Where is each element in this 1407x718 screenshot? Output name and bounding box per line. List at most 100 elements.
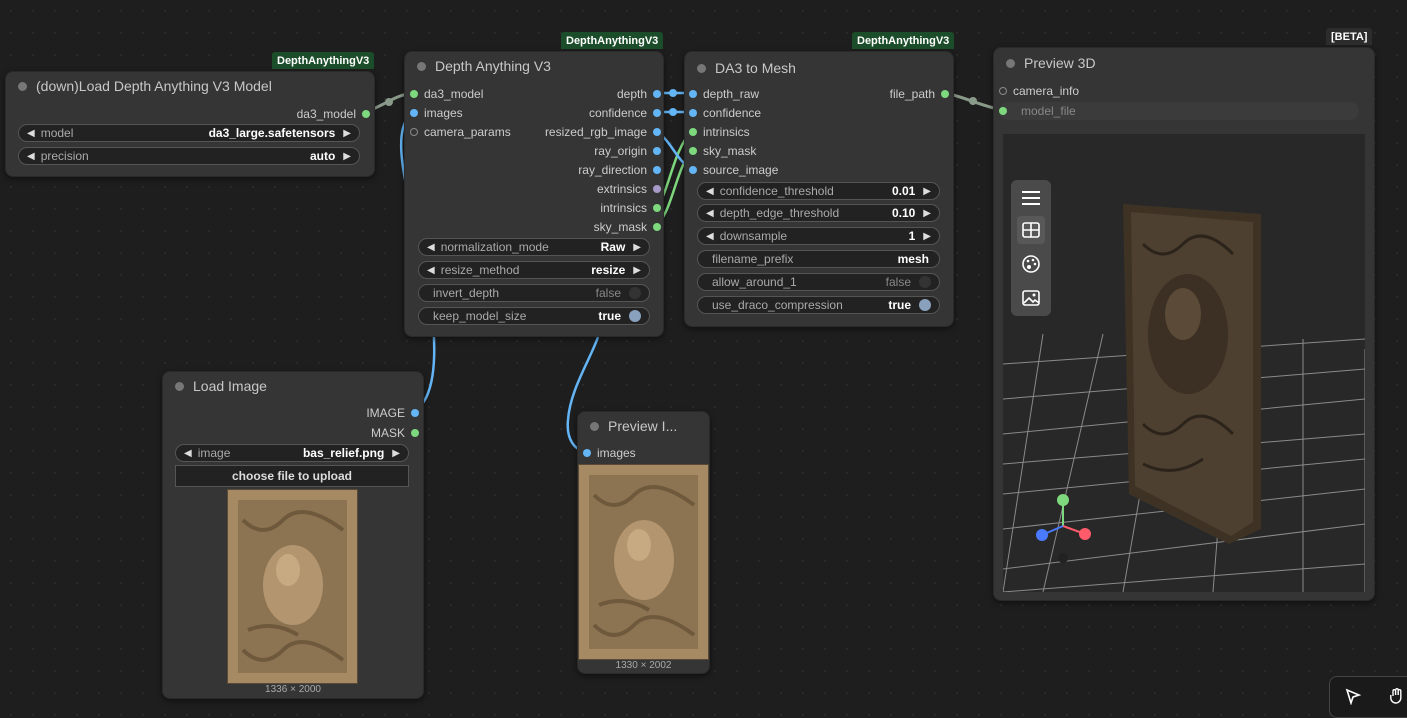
output-pin[interactable] xyxy=(411,409,419,417)
output-mask[interactable]: MASK xyxy=(371,425,419,441)
palette-icon[interactable] xyxy=(1017,250,1045,278)
output-resized-rgb[interactable]: resized_rgb_image xyxy=(545,124,661,140)
output-pin[interactable] xyxy=(653,166,661,174)
input-pin[interactable] xyxy=(583,449,591,457)
output-ray-direction[interactable]: ray_direction xyxy=(578,162,661,178)
node-title[interactable]: Depth Anything V3 xyxy=(405,52,663,80)
load-image-node[interactable]: Load Image IMAGE MASK ◀ image bas_relief… xyxy=(162,371,424,699)
collapse-dot[interactable] xyxy=(1006,58,1015,68)
arrow-right-icon[interactable]: ▶ xyxy=(392,448,400,459)
input-pin[interactable] xyxy=(689,90,697,98)
normalization-mode-combo[interactable]: ◀ normalization_mode Raw ▶ xyxy=(418,238,650,256)
node-title[interactable]: Load Image xyxy=(163,372,423,400)
use-draco-toggle[interactable]: use_draco_compression true xyxy=(697,296,940,314)
input-pin[interactable] xyxy=(999,107,1007,115)
output-file-path[interactable]: file_path xyxy=(890,86,949,102)
arrow-right-icon[interactable]: ▶ xyxy=(923,208,931,219)
collapse-dot[interactable] xyxy=(697,63,706,73)
input-pin[interactable] xyxy=(689,147,697,155)
output-extrinsics[interactable]: extrinsics xyxy=(597,181,661,197)
output-pin[interactable] xyxy=(653,128,661,136)
input-confidence[interactable]: confidence xyxy=(689,105,761,121)
input-sky-mask[interactable]: sky_mask xyxy=(689,143,756,159)
3d-viewport[interactable] xyxy=(1003,134,1365,592)
invert-depth-toggle[interactable]: invert_depth false xyxy=(418,284,650,302)
node-title[interactable]: DA3 to Mesh xyxy=(685,54,953,82)
arrow-right-icon[interactable]: ▶ xyxy=(923,186,931,197)
toggle-knob[interactable] xyxy=(629,287,641,299)
arrow-right-icon[interactable]: ▶ xyxy=(343,151,351,162)
arrow-left-icon[interactable]: ◀ xyxy=(706,186,714,197)
output-da3-model[interactable]: da3_model xyxy=(297,106,370,122)
input-pin[interactable] xyxy=(999,87,1007,95)
node-title[interactable]: Preview I... xyxy=(578,412,709,440)
input-pin[interactable] xyxy=(689,128,697,136)
input-images[interactable]: images xyxy=(583,445,636,461)
output-pin[interactable] xyxy=(362,110,370,118)
output-pin[interactable] xyxy=(653,90,661,98)
output-pin[interactable] xyxy=(653,147,661,155)
grid-icon[interactable] xyxy=(1017,216,1045,244)
output-pin[interactable] xyxy=(411,429,419,437)
da3-to-mesh-node[interactable]: DA3 to Mesh depth_raw confidence intrins… xyxy=(684,51,954,327)
arrow-left-icon[interactable]: ◀ xyxy=(184,448,192,459)
collapse-dot[interactable] xyxy=(175,381,184,391)
arrow-right-icon[interactable]: ▶ xyxy=(343,128,351,139)
hand-icon[interactable] xyxy=(1382,681,1407,711)
arrow-left-icon[interactable]: ◀ xyxy=(706,231,714,242)
output-pin[interactable] xyxy=(653,223,661,231)
precision-combo[interactable]: ◀ precision auto ▶ xyxy=(18,147,360,165)
allow-around-toggle[interactable]: allow_around_1 false xyxy=(697,273,940,291)
toggle-knob[interactable] xyxy=(629,310,641,322)
image-combo[interactable]: ◀ image bas_relief.png ▶ xyxy=(175,444,409,462)
depth-anything-node[interactable]: Depth Anything V3 da3_model images camer… xyxy=(404,51,664,337)
output-pin[interactable] xyxy=(653,204,661,212)
output-intrinsics[interactable]: intrinsics xyxy=(600,200,661,216)
input-camera-info[interactable]: camera_info xyxy=(999,83,1079,99)
input-pin[interactable] xyxy=(689,166,697,174)
collapse-dot[interactable] xyxy=(417,61,426,71)
keep-model-size-toggle[interactable]: keep_model_size true xyxy=(418,307,650,325)
node-title[interactable]: (down)Load Depth Anything V3 Model xyxy=(6,72,374,100)
input-camera-params[interactable]: camera_params xyxy=(410,124,511,140)
input-pin[interactable] xyxy=(410,90,418,98)
output-sky-mask[interactable]: sky_mask xyxy=(594,219,661,235)
input-da3-model[interactable]: da3_model xyxy=(410,86,483,102)
toggle-knob[interactable] xyxy=(919,299,931,311)
toggle-knob[interactable] xyxy=(919,276,931,288)
input-pin[interactable] xyxy=(689,109,697,117)
load-model-node[interactable]: (down)Load Depth Anything V3 Model da3_m… xyxy=(5,71,375,177)
collapse-dot[interactable] xyxy=(18,81,27,91)
input-pin[interactable] xyxy=(410,109,418,117)
arrow-right-icon[interactable]: ▶ xyxy=(923,231,931,242)
output-ray-origin[interactable]: ray_origin xyxy=(594,143,661,159)
input-pin[interactable] xyxy=(410,128,418,136)
confidence-threshold-number[interactable]: ◀ confidence_threshold 0.01 ▶ xyxy=(697,182,940,200)
output-pin[interactable] xyxy=(653,185,661,193)
arrow-right-icon[interactable]: ▶ xyxy=(633,265,641,276)
model-file-field[interactable]: model_file xyxy=(999,102,1359,120)
model-combo[interactable]: ◀ model da3_large.safetensors ▶ xyxy=(18,124,360,142)
preview-image-node[interactable]: Preview I... images 1330 × 2002 xyxy=(577,411,710,674)
input-intrinsics[interactable]: intrinsics xyxy=(689,124,750,140)
image-icon[interactable] xyxy=(1017,284,1045,312)
output-confidence[interactable]: confidence xyxy=(589,105,661,121)
output-depth[interactable]: depth xyxy=(617,86,661,102)
menu-icon[interactable] xyxy=(1017,184,1045,212)
arrow-left-icon[interactable]: ◀ xyxy=(27,151,35,162)
collapse-dot[interactable] xyxy=(590,421,599,431)
arrow-left-icon[interactable]: ◀ xyxy=(427,265,435,276)
node-title[interactable]: Preview 3D xyxy=(994,49,1374,77)
pointer-icon[interactable] xyxy=(1338,681,1368,711)
arrow-left-icon[interactable]: ◀ xyxy=(427,242,435,253)
input-depth-raw[interactable]: depth_raw xyxy=(689,86,759,102)
output-image[interactable]: IMAGE xyxy=(366,405,419,421)
output-pin[interactable] xyxy=(653,109,661,117)
arrow-left-icon[interactable]: ◀ xyxy=(706,208,714,219)
arrow-right-icon[interactable]: ▶ xyxy=(633,242,641,253)
depth-edge-threshold-number[interactable]: ◀ depth_edge_threshold 0.10 ▶ xyxy=(697,204,940,222)
downsample-number[interactable]: ◀ downsample 1 ▶ xyxy=(697,227,940,245)
input-images[interactable]: images xyxy=(410,105,463,121)
resize-method-combo[interactable]: ◀ resize_method resize ▶ xyxy=(418,261,650,279)
preview-3d-node[interactable]: Preview 3D camera_info model_file xyxy=(993,47,1375,601)
